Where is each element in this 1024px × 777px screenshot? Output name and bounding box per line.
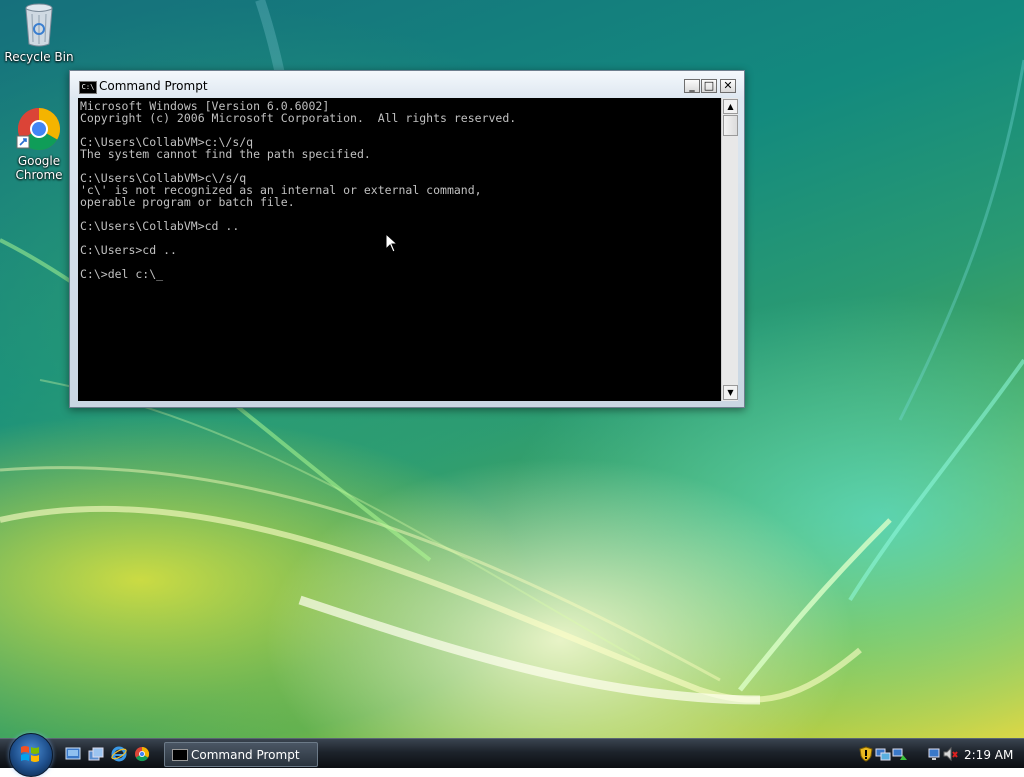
vertical-scrollbar[interactable]: ▲ ▼ <box>721 98 738 401</box>
mouse-cursor-icon <box>385 233 399 253</box>
windows-logo-icon <box>21 746 39 762</box>
window-titlebar[interactable]: C:\ Command Prompt _ □ ✕ <box>70 71 744 97</box>
internet-explorer-icon[interactable] <box>111 746 127 762</box>
recycle-bin-shortcut[interactable]: Recycle Bin <box>1 2 77 64</box>
window-title: Command Prompt <box>99 79 208 93</box>
scroll-up-button[interactable]: ▲ <box>723 99 738 114</box>
console-output[interactable]: Microsoft Windows [Version 6.0.6002] Cop… <box>78 98 721 401</box>
close-button[interactable]: ✕ <box>720 79 736 93</box>
network-icon[interactable] <box>892 746 908 762</box>
recycle-bin-icon <box>25 3 53 47</box>
security-shield-icon[interactable] <box>858 746 874 762</box>
network-icon[interactable] <box>875 746 891 762</box>
maximize-button[interactable]: □ <box>701 79 717 93</box>
taskbar-button-label: Command Prompt <box>191 748 300 762</box>
scroll-down-button[interactable]: ▼ <box>723 385 738 400</box>
console-text: Microsoft Windows [Version 6.0.6002] Cop… <box>80 99 517 281</box>
command-prompt-window[interactable]: C:\ Command Prompt _ □ ✕ Microsoft Windo… <box>69 70 745 408</box>
recycle-bin-label: Recycle Bin <box>4 50 74 64</box>
start-button[interactable] <box>9 733 53 777</box>
volume-muted-icon[interactable] <box>942 746 958 762</box>
taskbar: Command Prompt 2:19 AM <box>0 733 1024 777</box>
cmd-icon: C:\ <box>79 81 97 94</box>
scrollbar-thumb[interactable] <box>723 115 738 136</box>
system-tray: 2:19 AM <box>855 741 1024 768</box>
desktop[interactable]: Recycle Bin Google Chrome C:\ Command Pr… <box>0 0 1024 738</box>
clock[interactable]: 2:19 AM <box>964 748 1013 762</box>
network-icon[interactable] <box>927 746 943 762</box>
google-chrome-shortcut[interactable]: Google Chrome <box>1 106 77 182</box>
chrome-icon <box>16 107 61 151</box>
google-chrome-label: Google Chrome <box>15 154 63 182</box>
show-desktop-icon[interactable] <box>65 746 81 762</box>
cmd-icon <box>172 749 188 761</box>
minimize-button[interactable]: _ <box>684 79 700 93</box>
switch-windows-icon[interactable] <box>88 746 104 762</box>
taskbar-button-command-prompt[interactable]: Command Prompt <box>164 742 318 767</box>
chrome-icon[interactable] <box>134 746 150 762</box>
